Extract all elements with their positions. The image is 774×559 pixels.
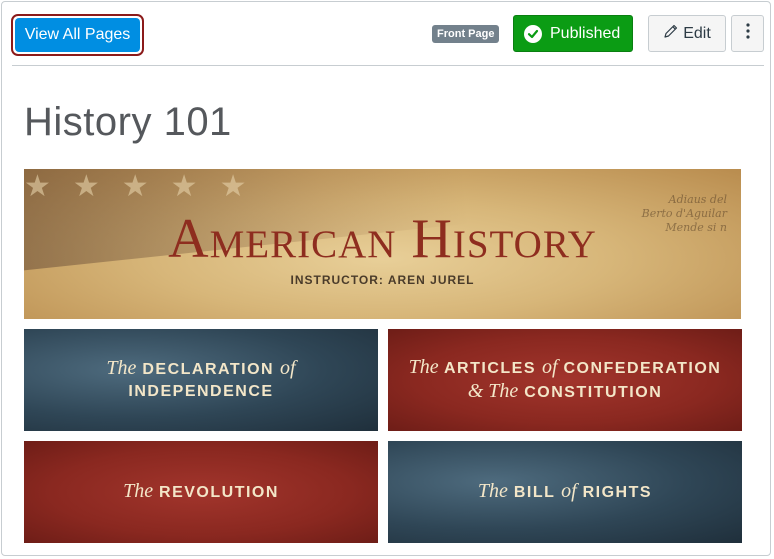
edit-label: Edit: [683, 24, 711, 42]
tile-line: The ARTICLES of CONFEDERATION: [409, 356, 722, 380]
tile-text-main: REVOLUTION: [159, 484, 279, 501]
tile-text-main: DECLARATION: [142, 361, 275, 378]
tile-text-end: INDEPENDENCE: [128, 383, 274, 400]
view-all-pages-label: View All Pages: [15, 18, 140, 52]
tile-label: The ARTICLES of CONFEDERATION & The CONS…: [409, 356, 722, 404]
stars-decoration: ★★★★★: [24, 170, 269, 203]
tile-text-main: ARTICLES: [444, 360, 536, 377]
front-page-badge: Front Page: [432, 25, 500, 43]
tile-label: The DECLARATION of INDEPENDENCE: [34, 357, 368, 403]
tile-text-pre: The: [106, 357, 137, 379]
pencil-icon: [663, 23, 679, 44]
page-title: History 101: [24, 100, 232, 144]
tile-label: The REVOLUTION: [123, 480, 279, 504]
banner-headline: American History: [168, 208, 597, 270]
tile-line: & The CONSTITUTION: [409, 380, 722, 404]
edit-button[interactable]: Edit: [648, 15, 726, 52]
page-toolbar: View All Pages Front Page Published Edit: [2, 2, 770, 66]
tile-declaration-of-independence[interactable]: The DECLARATION of INDEPENDENCE: [24, 329, 378, 431]
tile-revolution[interactable]: The REVOLUTION: [24, 441, 378, 543]
tile-text-mid: of: [280, 357, 296, 379]
tile-text-main: BILL: [513, 484, 556, 501]
more-options-button[interactable]: [731, 15, 764, 52]
tile-text-end: CONFEDERATION: [563, 360, 722, 377]
tile-bill-of-rights[interactable]: The BILL of RIGHTS: [388, 441, 742, 543]
tile-text-main: CONSTITUTION: [524, 384, 663, 401]
view-all-pages-button[interactable]: View All Pages: [11, 14, 144, 56]
banner-instructor: INSTRUCTOR: AREN JUREL: [290, 273, 475, 287]
tile-text-end: RIGHTS: [582, 484, 653, 501]
tile-text-mid: of: [561, 480, 577, 502]
tile-text-mid: of: [541, 356, 558, 378]
course-banner-image: ★★★★★ Adiaus del Berto d'Aguilar Mende s…: [24, 169, 741, 319]
tile-text-pre: & The: [467, 380, 519, 402]
kebab-icon: [745, 23, 750, 44]
tile-text-pre: The: [408, 356, 439, 378]
published-button[interactable]: Published: [513, 15, 633, 52]
script-line: Adiaus del: [668, 193, 727, 206]
published-label: Published: [550, 24, 621, 42]
page-frame: View All Pages Front Page Published Edit…: [1, 1, 771, 556]
tile-text-pre: The: [123, 480, 154, 502]
toolbar-divider: [12, 65, 764, 66]
tile-text-pre: The: [477, 480, 508, 502]
tile-articles-of-confederation[interactable]: The ARTICLES of CONFEDERATION & The CONS…: [388, 329, 742, 431]
check-circle-icon: [524, 24, 542, 43]
tile-label: The BILL of RIGHTS: [478, 480, 652, 504]
